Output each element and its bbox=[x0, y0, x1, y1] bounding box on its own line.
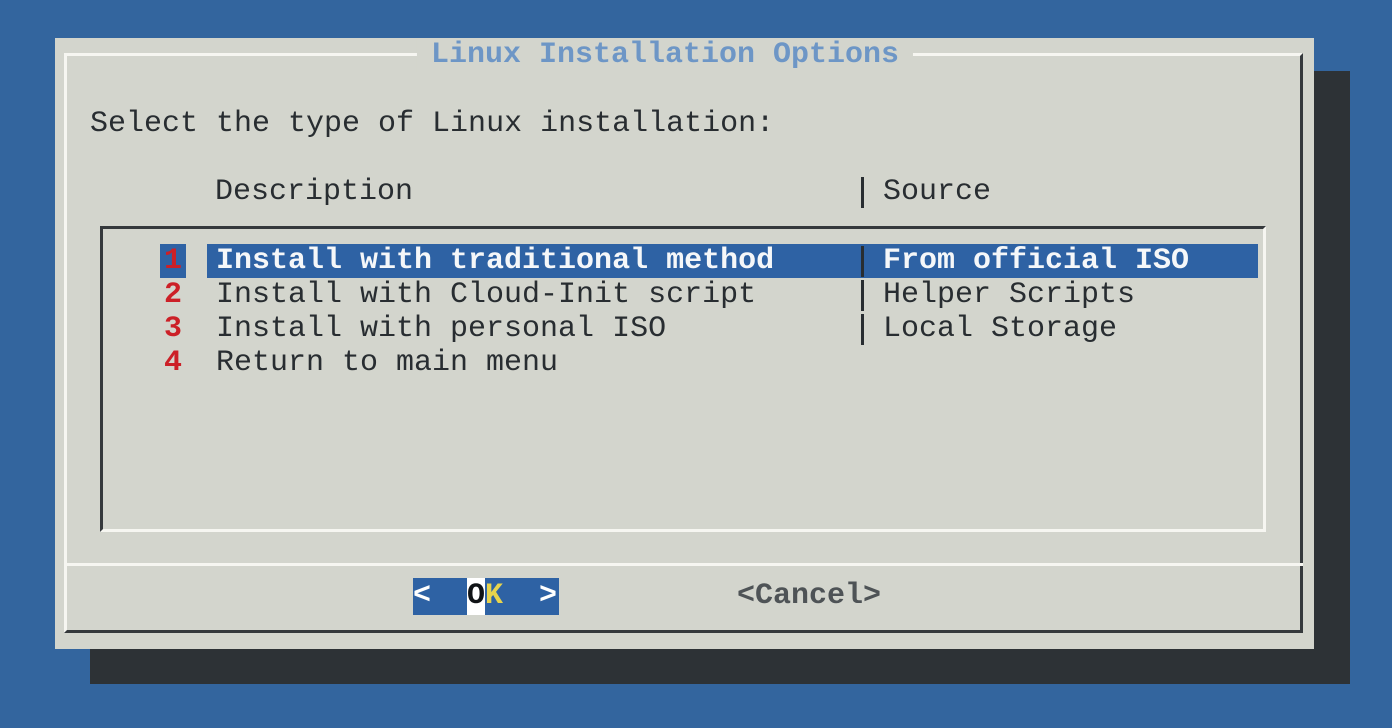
menu-item-description: Install with personal ISO bbox=[216, 312, 666, 346]
column-separator bbox=[861, 177, 864, 208]
ok-button-hotkey-char: K bbox=[485, 579, 503, 613]
column-header-row: Description Source bbox=[55, 175, 1314, 209]
menu-item-row[interactable]: 3 Install with personal ISO Local Storag… bbox=[55, 312, 1314, 346]
column-separator bbox=[861, 314, 864, 345]
menu-item-tag: 4 bbox=[160, 346, 186, 380]
cancel-button[interactable]: <Cancel> bbox=[737, 578, 881, 615]
menu-item-row[interactable]: 4 Return to main menu bbox=[55, 346, 1314, 380]
ok-button-suffix: > bbox=[503, 579, 557, 613]
menu-item-source: From official ISO bbox=[883, 244, 1189, 278]
menu-item-row[interactable]: 1 Install with traditional method From o… bbox=[55, 244, 1314, 278]
menu-item-tag: 3 bbox=[160, 312, 186, 346]
menu-item-row[interactable]: 2 Install with Cloud-Init script Helper … bbox=[55, 278, 1314, 312]
dialog-title: Linux Installation Options bbox=[417, 38, 913, 72]
menu-item-tag: 1 bbox=[160, 244, 186, 278]
menu-item-description: Install with Cloud-Init script bbox=[216, 278, 756, 312]
ok-button-cursor-char: O bbox=[467, 578, 485, 615]
installation-options-dialog: Linux Installation Options Select the ty… bbox=[55, 38, 1314, 649]
source-column-header: Source bbox=[883, 175, 991, 209]
button-area-separator bbox=[64, 563, 1303, 566]
menu-item-source: Helper Scripts bbox=[883, 278, 1135, 312]
ok-button-prefix: < bbox=[413, 579, 467, 613]
menu-item-tag: 2 bbox=[160, 278, 186, 312]
terminal-screen: Linux Installation Options Select the ty… bbox=[0, 0, 1392, 728]
column-separator bbox=[861, 246, 864, 277]
ok-button[interactable]: < OK > bbox=[413, 578, 559, 615]
menu-item-description: Return to main menu bbox=[216, 346, 558, 380]
menu-item-source: Local Storage bbox=[883, 312, 1117, 346]
prompt-text: Select the type of Linux installation: bbox=[90, 107, 774, 141]
description-column-header: Description bbox=[215, 175, 413, 209]
menu-item-description: Install with traditional method bbox=[216, 244, 774, 278]
column-separator bbox=[861, 280, 864, 311]
